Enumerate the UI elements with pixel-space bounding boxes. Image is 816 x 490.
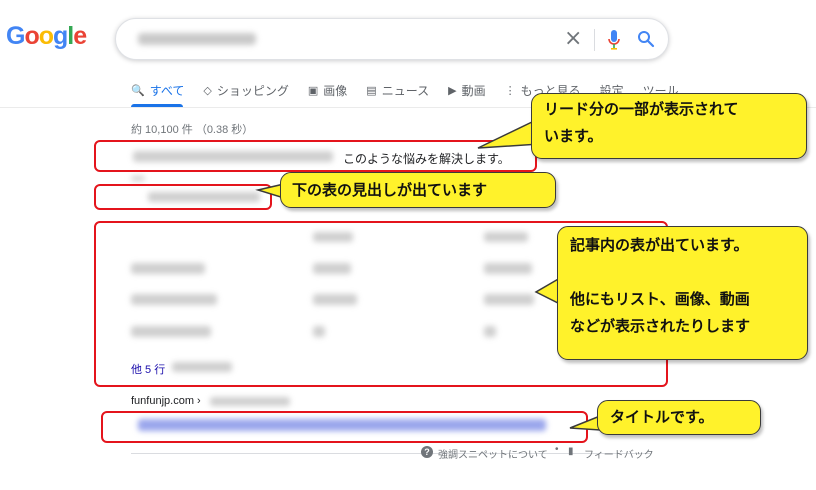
tab-label: 動画 (461, 83, 486, 98)
callout-title: タイトルです。 (597, 400, 761, 435)
tab-videos[interactable]: ▶ 動画 (448, 82, 485, 98)
tab-label: ニュース (381, 83, 430, 98)
callout-table-text: 記事内の表が出ています。 他にもリスト、画像、動画 などが表示されたりします (570, 236, 751, 335)
result-stats: 約 10,100 件 （0.38 秒） (131, 124, 254, 136)
separator-dot: • (555, 444, 559, 455)
feedback-link[interactable]: フィードバック (584, 446, 654, 461)
search-divider (594, 29, 595, 51)
search-query-blurred (138, 33, 256, 45)
about-snippet-link[interactable]: 強調スニペットについて (438, 446, 548, 461)
snippet-lead-blurred-2 (131, 176, 145, 181)
google-logo[interactable]: Google (6, 22, 87, 51)
search-icon: 🔍 (131, 83, 145, 97)
flag-icon: ▮ (568, 446, 574, 457)
search-icon[interactable] (637, 30, 655, 48)
tab-label: ショッピング (216, 83, 289, 98)
play-icon: ▶ (448, 83, 457, 97)
tag-icon: ◇ (203, 83, 212, 97)
tab-label: 画像 (323, 83, 348, 98)
breadcrumb-blurred (210, 397, 290, 406)
search-input[interactable]: × (115, 18, 669, 60)
callout-title-text: タイトルです。 (610, 408, 714, 426)
callout-heading: 下の表の見出しが出ています (280, 172, 556, 208)
callout-heading-text: 下の表の見出しが出ています (292, 181, 488, 199)
callout-table: 記事内の表が出ています。 他にもリスト、画像、動画 などが表示されたりします (557, 226, 808, 360)
mic-icon[interactable] (607, 29, 621, 51)
tab-shopping[interactable]: ◇ ショッピング (203, 82, 288, 98)
more-dots-icon: ⋮ (504, 83, 516, 97)
clear-icon[interactable]: × (564, 26, 582, 51)
result-site-name: funfunjp.com › (131, 395, 201, 407)
image-icon: ▣ (307, 83, 319, 97)
highlight-heading (94, 184, 272, 210)
news-icon: ▤ (366, 83, 377, 97)
tab-label: すべて (149, 83, 185, 98)
help-icon: ? (421, 446, 433, 458)
callout-lead-text: リード分の一部が表示されて います。 (544, 100, 739, 145)
tab-news[interactable]: ▤ ニュース (366, 82, 429, 98)
highlight-title (101, 411, 588, 443)
tab-all[interactable]: 🔍 すべて (131, 82, 184, 98)
tab-images[interactable]: ▣ 画像 (308, 82, 347, 98)
callout-lead: リード分の一部が表示されて います。 (531, 93, 807, 159)
